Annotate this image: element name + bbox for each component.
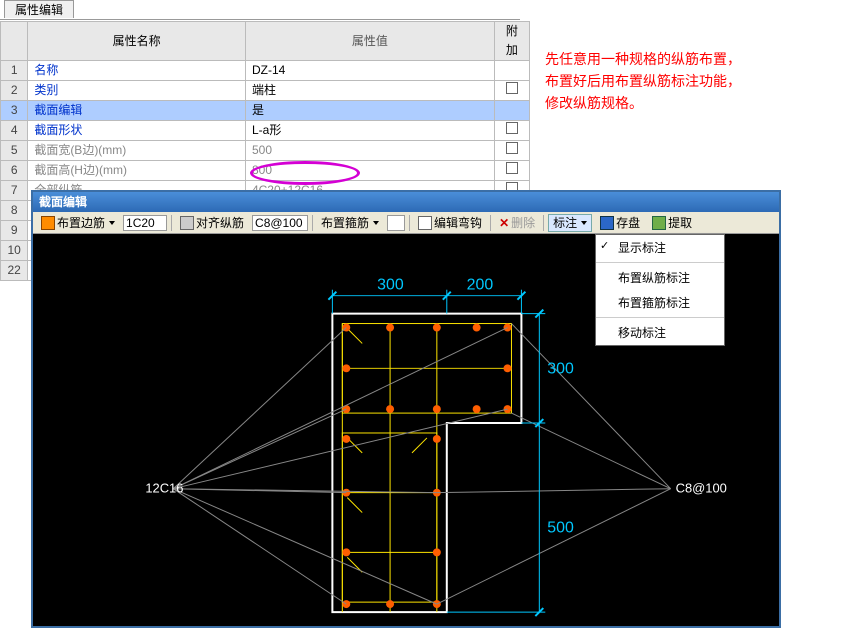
edit-hook-button[interactable]: 编辑弯钩 [414,214,486,232]
prop-value-cell[interactable]: 800 [245,161,494,181]
tab-property-edit[interactable]: 属性编辑 [4,0,74,18]
align-rebar-button[interactable]: 对齐纵筋 [176,214,248,232]
row-number: 10 [1,241,28,261]
row-number: 4 [1,121,28,141]
menu-separator [596,262,724,263]
table-row[interactable]: 4截面形状L-a形 [1,121,530,141]
menu-move-label: 移动标注 [618,326,666,340]
menu-place-long-annot[interactable]: 布置纵筋标注 [596,265,724,290]
save-label: 存盘 [616,214,640,231]
annot-line1: 先任意用一种规格的纵筋布置， [545,48,825,70]
row-number: 3 [1,101,28,121]
chevron-down-icon [581,221,587,225]
top-tab-strip: 属性编辑 [0,0,520,20]
grid-icon [180,216,194,230]
save-button[interactable]: 存盘 [596,214,644,232]
prop-name-cell: 名称 [28,61,246,81]
table-row[interactable]: 1名称DZ-14 [1,61,530,81]
edit-hook-label: 编辑弯钩 [434,214,482,231]
instruction-text: 先任意用一种规格的纵筋布置， 布置好后用布置纵筋标注功能， 修改纵筋规格。 [545,48,825,114]
checkbox-icon[interactable] [506,122,518,134]
side-rebar-input[interactable] [123,215,167,231]
prop-name-cell: 类别 [28,81,246,101]
prop-name-cell: 截面高(H边)(mm) [28,161,246,181]
dim-200-top: 200 [467,277,494,294]
prop-add-cell[interactable] [494,161,529,181]
table-row[interactable]: 3截面编辑是 [1,101,530,121]
row-number: 7 [1,181,28,201]
checkbox-icon[interactable] [506,82,518,94]
prop-add-cell[interactable] [494,61,529,81]
menu-place-long-label: 布置纵筋标注 [618,271,690,285]
row-number: 22 [1,261,28,281]
prop-add-cell[interactable] [494,81,529,101]
menu-move-annot[interactable]: 移动标注 [596,320,724,345]
prop-value-cell[interactable]: DZ-14 [245,61,494,81]
row-number: 8 [1,201,28,221]
prop-value-cell[interactable]: 端柱 [245,81,494,101]
prop-add-cell[interactable] [494,101,529,121]
header-name: 属性名称 [28,22,246,61]
annot-line2: 布置好后用布置纵筋标注功能， [545,70,825,92]
prop-value-cell[interactable]: L-a形 [245,121,494,141]
place-stirrup-button[interactable]: 布置箍筋 [317,214,383,232]
row-number: 1 [1,61,28,81]
prop-add-cell[interactable] [494,121,529,141]
header-add: 附加 [494,22,529,61]
extract-button[interactable]: 提取 [648,214,696,232]
section-editor-titlebar[interactable]: 截面编辑 [33,192,779,212]
extract-label: 提取 [668,214,692,231]
dim-500-right: 500 [547,519,574,536]
menu-show-label: 显示标注 [618,241,666,255]
prop-name-cell: 截面编辑 [28,101,246,121]
row-number: 6 [1,161,28,181]
place-stirrup-label: 布置箍筋 [321,214,369,231]
check-icon: ✓ [600,239,609,252]
section-editor-toolbar: 布置边筋 对齐纵筋 布置箍筋 编辑弯钩 ✕ 删除 标注 [33,212,779,234]
delete-icon: ✕ [499,216,509,230]
table-row[interactable]: 5截面宽(B边)(mm)500 [1,141,530,161]
prop-add-cell[interactable] [494,141,529,161]
row-number: 5 [1,141,28,161]
stirrup-input[interactable] [387,215,405,231]
save-icon [600,216,614,230]
prop-value-cell[interactable]: 是 [245,101,494,121]
place-side-label: 布置边筋 [57,214,105,231]
prop-name-cell: 截面形状 [28,121,246,141]
dim-300-top: 300 [377,277,404,294]
annotate-dropdown-menu: ✓ 显示标注 布置纵筋标注 布置箍筋标注 移动标注 [595,234,725,346]
dim-300-right: 300 [547,360,574,377]
header-value: 属性值 [245,22,494,61]
checkbox-icon[interactable] [506,142,518,154]
menu-place-stirrup-annot[interactable]: 布置箍筋标注 [596,290,724,315]
align-label: 对齐纵筋 [196,214,244,231]
checkbox-icon[interactable] [506,162,518,174]
extract-icon [652,216,666,230]
place-side-rebar-button[interactable]: 布置边筋 [37,214,119,232]
table-row[interactable]: 6截面高(H边)(mm)800 [1,161,530,181]
section-editor-window: 截面编辑 布置边筋 对齐纵筋 布置箍筋 编辑弯钩 ✕ 删除 [31,190,781,628]
annot-line3: 修改纵筋规格。 [545,92,825,114]
menu-place-stir-label: 布置箍筋标注 [618,296,690,310]
prop-value-cell[interactable]: 500 [245,141,494,161]
annotate-button[interactable]: 标注 [548,214,592,232]
rebar-icon [41,216,55,230]
annotate-label: 标注 [553,214,577,231]
hook-icon [418,216,432,230]
row-number: 2 [1,81,28,101]
table-row[interactable]: 2类别端柱 [1,81,530,101]
label-12c16: 12C16 [145,481,183,496]
align-rebar-input[interactable] [252,215,308,231]
chevron-down-icon [109,221,115,225]
menu-separator [596,317,724,318]
row-number: 9 [1,221,28,241]
delete-label: 删除 [511,214,535,231]
header-blank [1,22,28,61]
menu-show-annot[interactable]: ✓ 显示标注 [596,235,724,260]
chevron-down-icon [373,221,379,225]
label-c8-100: C8@100 [676,481,727,496]
prop-name-cell: 截面宽(B边)(mm) [28,141,246,161]
delete-button[interactable]: ✕ 删除 [495,214,539,232]
